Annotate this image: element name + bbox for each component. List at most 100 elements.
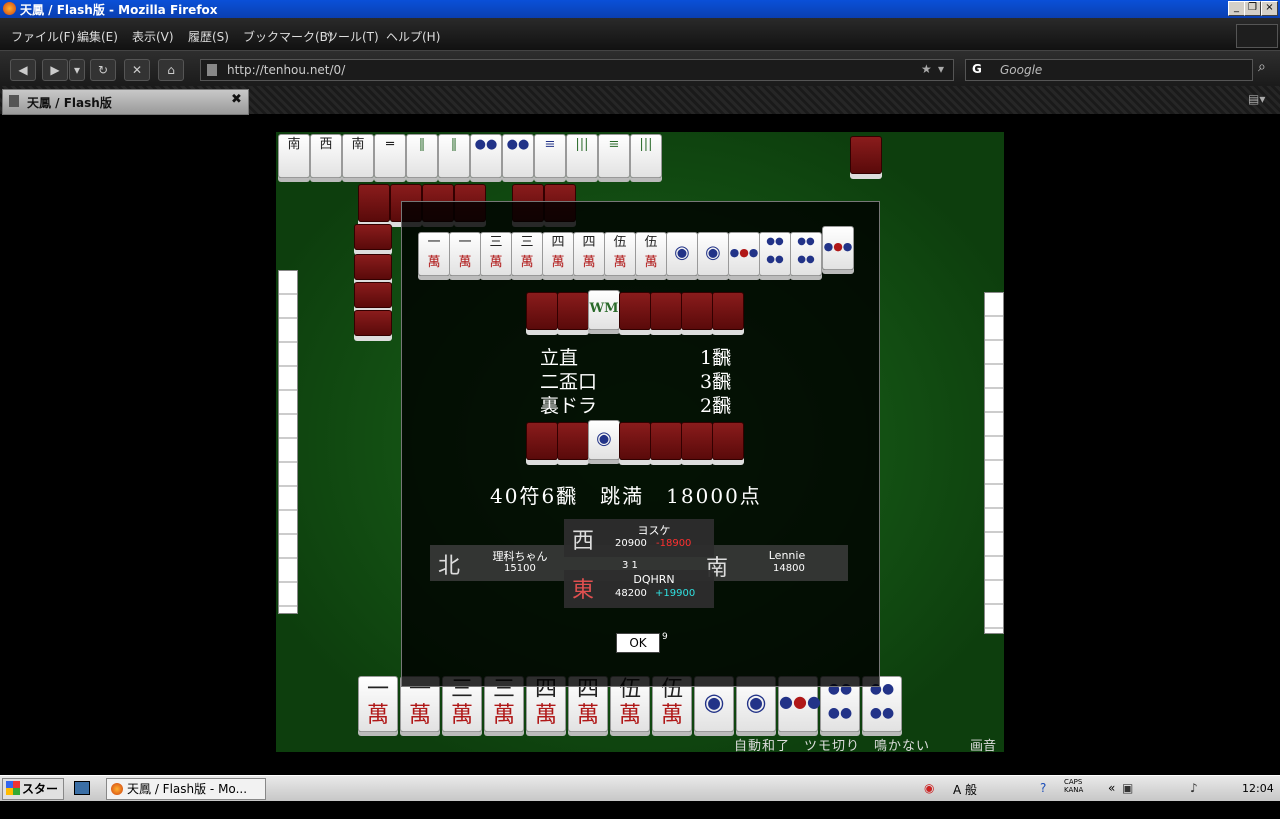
east-player-points: 48200 <box>615 588 647 599</box>
west-player-points: 20900 <box>615 538 647 549</box>
taskbar-item-firefox[interactable]: 天鳳 / Flash版 - Mo... <box>106 778 266 800</box>
help-icon[interactable]: ? <box>1040 781 1046 795</box>
forward-button[interactable]: ▶ <box>42 59 68 81</box>
home-button[interactable]: ⌂ <box>158 59 184 81</box>
url-bar[interactable]: http://tenhou.net/0/ ★ ▾ <box>200 59 954 81</box>
wall-tile-back <box>354 282 392 308</box>
url-text[interactable]: http://tenhou.net/0/ <box>227 63 345 77</box>
winning-hand-tile: ●● ●● <box>759 232 791 276</box>
ura-dora-tile-back <box>681 422 713 460</box>
menu-help[interactable]: ヘルプ(H) <box>386 28 440 45</box>
search-placeholder[interactable]: Google <box>1000 63 1042 77</box>
maximize-button[interactable]: ❐ <box>1244 1 1261 16</box>
history-dropdown-icon[interactable]: ▾ <box>69 59 85 81</box>
menu-view[interactable]: 表示(V) <box>132 28 174 45</box>
river-tile: ≡ <box>598 134 630 178</box>
score-summary: 40符6飜 跳満 18000点 <box>490 484 762 508</box>
river-tile: 南 <box>342 134 374 178</box>
yaku-name: 二盃口 <box>540 371 598 393</box>
close-tab-icon[interactable]: ✖ <box>231 92 242 107</box>
east-player-name: DQHRN <box>633 573 675 586</box>
close-window-button[interactable]: × <box>1261 1 1278 16</box>
stop-button[interactable]: ✕ <box>124 59 150 81</box>
west-player-name: ヨスケ <box>637 524 671 537</box>
firefox-icon <box>111 783 123 795</box>
yaku-name: 立直 <box>540 347 579 369</box>
winning-hand-tile: 四萬 <box>542 232 574 276</box>
dora-tile-back <box>619 292 651 330</box>
ura-dora-tile-back <box>526 422 558 460</box>
page-favicon <box>207 64 217 76</box>
caps-kana-indicator: CAPS KANA <box>1064 778 1084 794</box>
winning-hand-tile: ◉ <box>666 232 698 276</box>
yaku-name: 裏ドラ <box>540 395 598 417</box>
wall-tile-back <box>354 254 392 280</box>
url-dropdown-icon[interactable]: ▾ <box>938 62 944 76</box>
menu-edit[interactable]: 編集(E) <box>77 28 118 45</box>
winning-hand-tile: 三萬 <box>480 232 512 276</box>
river-tile: ≡ <box>534 134 566 178</box>
winning-hand-tile: ◉ <box>697 232 729 276</box>
north-wind-label: 北 <box>438 554 461 579</box>
ime-icon[interactable]: ◉ <box>924 781 934 795</box>
menu-bookmarks[interactable]: ブックマーク(B) <box>243 28 333 45</box>
tab-bar: 天鳳 / Flash版 ✖ ▤▾ <box>0 86 1280 115</box>
west-wind-label: 西 <box>572 529 595 554</box>
back-button[interactable]: ◀ <box>10 59 36 81</box>
start-button[interactable]: スタート <box>2 778 64 816</box>
menu-tools[interactable]: ツール(T) <box>326 28 379 45</box>
ura-dora-tile-back <box>650 422 682 460</box>
menu-bar: ファイル(F) 編集(E) 表示(V) 履歴(S) ブックマーク(B) ツール(… <box>0 18 1280 50</box>
network-icon[interactable]: ▣ <box>1122 781 1133 795</box>
river-tile: ●● <box>470 134 502 178</box>
wall-tile-back <box>354 310 392 336</box>
winning-hand-tile: 一萬 <box>418 232 450 276</box>
river-tile: ‖ <box>438 134 470 178</box>
north-player-points: 15100 <box>504 563 536 574</box>
yaku-han: 2飜 <box>700 395 732 417</box>
ok-countdown: 9 <box>662 632 668 642</box>
dora-indicator-tile: WM <box>588 290 620 330</box>
taskbar: スタート 天鳳 / Flash版 - Mo... ◉ A 般 ? CAPS KA… <box>0 775 1280 816</box>
tab-tenhou[interactable]: 天鳳 / Flash版 ✖ <box>2 89 249 115</box>
west-player-delta: -18900 <box>656 538 692 549</box>
ime-mode[interactable]: A 般 <box>953 781 977 798</box>
result-dialog: 一萬 一萬 三萬 三萬 四萬 四萬 伍萬 伍萬 ◉ ◉ ●●● ●● ●● ●● ●… <box>401 201 880 687</box>
reload-button[interactable]: ↻ <box>90 59 116 81</box>
ura-dora-tile-back <box>619 422 651 460</box>
opponent-tile-back <box>358 184 390 222</box>
game-options[interactable]: 自動和了 ツモ切り 鳴かない <box>734 735 930 754</box>
ok-button[interactable]: OK <box>616 633 660 653</box>
show-desktop-icon[interactable] <box>74 781 90 795</box>
tray-expand-icon[interactable]: « <box>1108 781 1115 795</box>
throbber-icon <box>1236 24 1278 48</box>
tab-title[interactable]: 天鳳 / Flash版 <box>27 94 112 111</box>
dora-tile-back <box>712 292 744 330</box>
bookmark-star-icon[interactable]: ★ <box>921 62 932 76</box>
menu-file[interactable]: ファイル(F) <box>11 28 75 45</box>
tab-list-icon[interactable]: ▤▾ <box>1248 92 1265 106</box>
volume-icon[interactable]: ♪ <box>1190 781 1198 795</box>
winning-hand-tile: 一萬 <box>449 232 481 276</box>
hand-tile[interactable]: 一萬 <box>358 676 398 732</box>
north-player-name: 理科ちゃん <box>492 550 548 563</box>
search-bar[interactable]: G Google <box>965 59 1253 81</box>
winning-hand-tile: 三萬 <box>511 232 543 276</box>
dora-tile-back <box>526 292 558 330</box>
river-tile: ||| <box>630 134 662 178</box>
minimize-button[interactable]: _ <box>1228 1 1245 16</box>
windows-logo-icon <box>6 781 20 795</box>
winning-hand-tile: 伍萬 <box>635 232 667 276</box>
ura-dora-indicator-tile: ◉ <box>588 420 620 460</box>
river-tile: 南 <box>278 134 310 178</box>
yaku-han: 3飜 <box>700 371 732 393</box>
south-player-points: 14800 <box>773 563 805 574</box>
search-icon[interactable]: ⌕ <box>1258 59 1266 75</box>
winning-tile: ●●● <box>822 226 854 270</box>
search-engine-icon[interactable]: G <box>972 62 982 76</box>
window-title: 天鳳 / Flash版 - Mozilla Firefox <box>20 3 218 17</box>
taskbar-item-label[interactable]: 天鳳 / Flash版 - Mo... <box>127 782 247 796</box>
menu-history[interactable]: 履歴(S) <box>188 28 229 45</box>
display-sound-settings[interactable]: 画音 <box>970 735 996 754</box>
east-player-delta: +19900 <box>655 588 696 599</box>
